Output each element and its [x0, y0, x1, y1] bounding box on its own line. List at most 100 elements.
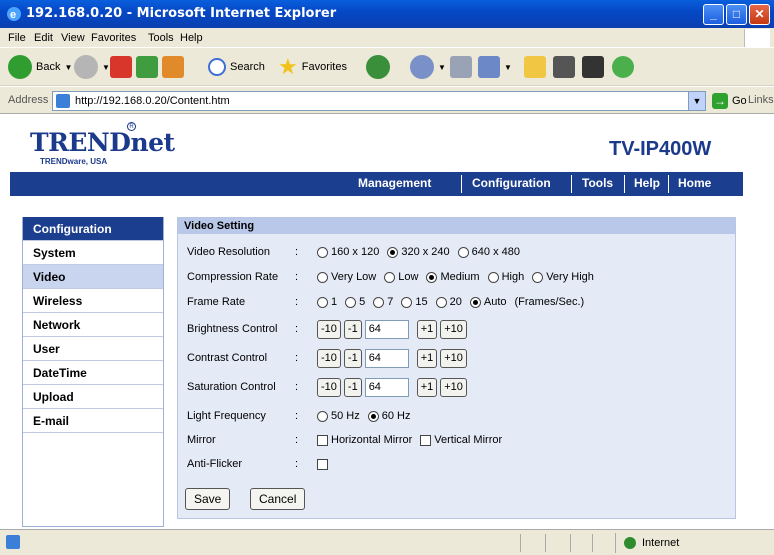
refresh-icon: [136, 56, 158, 78]
refresh-button[interactable]: [136, 53, 158, 81]
sidebar-item-network[interactable]: Network: [23, 313, 163, 337]
nav-tools[interactable]: Tools: [582, 176, 613, 190]
sidebar-item-datetime[interactable]: DateTime: [23, 361, 163, 385]
radio-button[interactable]: [435, 296, 447, 308]
print-icon: [450, 56, 472, 78]
favorites-button[interactable]: ★ Favorites: [278, 53, 347, 81]
nav-configuration[interactable]: Configuration: [472, 176, 551, 190]
folder-button[interactable]: [524, 53, 546, 81]
menu-file[interactable]: File: [8, 32, 26, 44]
compression-option[interactable]: Very High: [532, 271, 594, 283]
plus-1-button[interactable]: +1: [416, 377, 438, 397]
minus-10-button[interactable]: -10: [317, 319, 341, 339]
radio-button[interactable]: [487, 271, 499, 283]
plus-10-button[interactable]: +10: [440, 377, 467, 397]
radio-button[interactable]: [317, 246, 328, 258]
light-frequency-option[interactable]: 50 Hz: [317, 410, 360, 422]
horizontal-mirror-option[interactable]: Horizontal Mirror: [317, 434, 412, 446]
sidebar-item-video[interactable]: Video: [23, 265, 163, 289]
radio-button[interactable]: [387, 246, 399, 258]
go-button[interactable]: → Go: [712, 92, 747, 110]
menu-view[interactable]: View: [61, 32, 85, 44]
sidebar-item-wireless[interactable]: Wireless: [23, 289, 163, 313]
radio-button[interactable]: [469, 296, 481, 308]
nav-divider: [571, 175, 572, 193]
framerate-option[interactable]: 20: [435, 296, 462, 308]
history-button[interactable]: [366, 53, 390, 81]
forward-button[interactable]: ▼: [74, 53, 110, 81]
cancel-button[interactable]: Cancel: [250, 488, 306, 510]
home-button[interactable]: [162, 53, 184, 81]
radio-button[interactable]: [401, 296, 413, 308]
radio-button[interactable]: [367, 410, 379, 422]
stop-button[interactable]: [110, 53, 132, 81]
radio-button[interactable]: [345, 296, 357, 308]
resolution-option[interactable]: 640 x 480: [457, 246, 520, 258]
minimize-button[interactable]: _: [703, 4, 724, 25]
saturation-input[interactable]: 64: [364, 377, 409, 397]
plus-10-button[interactable]: +10: [440, 348, 467, 368]
compression-option[interactable]: High: [487, 271, 524, 283]
radio-button[interactable]: [373, 296, 385, 308]
plus-1-button[interactable]: +1: [416, 319, 438, 339]
minus-1-button[interactable]: -1: [343, 348, 362, 368]
anti-flicker-checkbox[interactable]: [317, 458, 328, 470]
minus-1-button[interactable]: -1: [343, 319, 362, 339]
messenger-button[interactable]: [582, 53, 604, 81]
menu-favorites[interactable]: Favorites: [91, 32, 136, 44]
chevron-down-icon[interactable]: ▼: [688, 92, 705, 110]
framerate-option[interactable]: 5: [345, 296, 365, 308]
menu-help[interactable]: Help: [180, 32, 203, 44]
framerate-option[interactable]: Auto: [469, 296, 507, 308]
sidebar-item-upload[interactable]: Upload: [23, 385, 163, 409]
vertical-mirror-option[interactable]: Vertical Mirror: [420, 434, 502, 446]
sidebar-item-email[interactable]: E-mail: [23, 409, 163, 433]
radio-button[interactable]: [317, 271, 328, 283]
resolution-option[interactable]: 320 x 240: [387, 246, 450, 258]
status-divider: [520, 534, 521, 552]
sidebar-item-user[interactable]: User: [23, 337, 163, 361]
minus-10-button[interactable]: -10: [317, 377, 341, 397]
plus-1-button[interactable]: +1: [416, 348, 438, 368]
compression-option[interactable]: Low: [384, 271, 418, 283]
radio-button[interactable]: [384, 271, 396, 283]
close-button[interactable]: ✕: [749, 4, 770, 25]
minus-1-button[interactable]: -1: [343, 377, 362, 397]
print-button[interactable]: [450, 53, 472, 81]
nav-management[interactable]: Management: [358, 176, 431, 190]
radio-button[interactable]: [426, 271, 438, 283]
framerate-option[interactable]: 15: [401, 296, 428, 308]
radio-button[interactable]: [532, 271, 544, 283]
framerate-option[interactable]: 7: [373, 296, 393, 308]
compression-option[interactable]: Very Low: [317, 271, 376, 283]
sidebar-item-system[interactable]: System: [23, 241, 163, 265]
radio-button[interactable]: [317, 410, 328, 422]
brightness-input[interactable]: 64: [364, 319, 409, 339]
framerate-option[interactable]: 1: [317, 296, 337, 308]
menu-edit[interactable]: Edit: [34, 32, 53, 44]
maximize-button[interactable]: □: [726, 4, 747, 25]
resolution-option[interactable]: 160 x 120: [317, 246, 379, 258]
back-button[interactable]: Back ▼: [8, 53, 72, 81]
radio-button[interactable]: [457, 246, 469, 258]
mail-button[interactable]: ▼: [410, 53, 446, 81]
search-button[interactable]: Search: [208, 53, 265, 81]
nav-help[interactable]: Help: [634, 176, 660, 190]
plus-10-button[interactable]: +10: [440, 319, 467, 339]
menu-tools[interactable]: Tools: [148, 32, 174, 44]
checkbox[interactable]: [420, 434, 432, 446]
users-button[interactable]: [612, 53, 634, 81]
edit-button[interactable]: ▼: [478, 53, 512, 81]
nav-divider: [461, 175, 462, 193]
minus-10-button[interactable]: -10: [317, 348, 341, 368]
compression-option[interactable]: Medium: [426, 271, 480, 283]
save-button[interactable]: Save: [185, 488, 231, 510]
address-input[interactable]: http://192.168.0.20/Content.htm ▼: [52, 91, 706, 111]
radio-button[interactable]: [317, 296, 328, 308]
contrast-input[interactable]: 64: [364, 348, 409, 368]
research-button[interactable]: [553, 53, 575, 81]
checkbox[interactable]: [317, 434, 328, 446]
light-frequency-option[interactable]: 60 Hz: [367, 410, 411, 422]
nav-home[interactable]: Home: [678, 176, 711, 190]
links-label[interactable]: Links: [748, 94, 774, 106]
